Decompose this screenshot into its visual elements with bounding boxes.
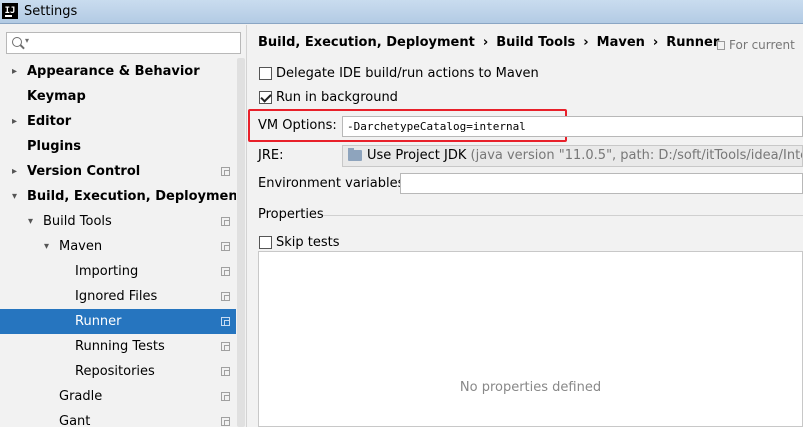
chevron-down-icon[interactable]: ▾: [28, 209, 33, 234]
project-level-icon: [221, 417, 230, 426]
delegate-build-label: Delegate IDE build/run actions to Maven: [276, 66, 539, 81]
sidebar-item[interactable]: Keymap: [0, 84, 236, 109]
run-in-background-checkbox[interactable]: [259, 91, 272, 104]
delegate-build-checkbox[interactable]: [259, 67, 272, 80]
search-icon: [12, 37, 22, 47]
jre-detail: (java version "11.0.5", path: D:/soft/it…: [470, 148, 802, 163]
tree-scrollbar[interactable]: [236, 58, 246, 427]
breadcrumb-separator-icon: ›: [583, 35, 589, 50]
vm-options-label: VM Options:: [258, 118, 337, 133]
sidebar-item[interactable]: ▾ Build Tools: [0, 209, 236, 234]
sidebar-item[interactable]: Runner: [0, 309, 236, 334]
sidebar-item-label: Build Tools: [43, 214, 112, 229]
sidebar-item[interactable]: Repositories: [0, 359, 236, 384]
sidebar-item[interactable]: Plugins: [0, 134, 236, 159]
sidebar-item-label: Editor: [27, 114, 72, 129]
sidebar-item-label: Repositories: [75, 364, 155, 379]
breadcrumb-item[interactable]: Maven: [597, 35, 645, 50]
project-page-icon: [717, 41, 725, 50]
project-level-icon: [221, 267, 230, 276]
sidebar-item[interactable]: Ignored Files: [0, 284, 236, 309]
sidebar-item-label: Importing: [75, 264, 139, 279]
sidebar-item[interactable]: ▾ Build, Execution, Deployment: [0, 184, 244, 209]
chevron-down-icon[interactable]: ▾: [12, 184, 17, 209]
breadcrumb-item[interactable]: Runner: [666, 35, 719, 50]
breadcrumb: Build, Execution, Deployment › Build Tools…: [258, 35, 719, 50]
chevron-right-icon[interactable]: ▸: [12, 109, 17, 134]
settings-navigation-panel: ▾ ▸ Appearance & Behavior Keymap ▸ Editor Plu…: [0, 25, 247, 427]
search-input[interactable]: [35, 35, 235, 51]
sidebar-item-label: Runner: [75, 314, 122, 329]
sidebar-item-label: Build, Execution, Deployment: [27, 189, 244, 204]
sidebar-item-label: Gant: [59, 414, 91, 427]
title-bar: IJ Settings: [0, 0, 803, 24]
skip-tests-checkbox[interactable]: [259, 236, 272, 249]
sidebar-item-label: Running Tests: [75, 339, 165, 354]
breadcrumb-separator-icon: ›: [652, 35, 659, 50]
intellij-app-icon: IJ: [2, 3, 18, 19]
sidebar-item[interactable]: ▸ Editor: [0, 109, 236, 134]
project-level-icon: [221, 242, 230, 251]
properties-table[interactable]: No properties defined: [258, 251, 803, 427]
for-current-project-hint: For current: [717, 38, 795, 52]
breadcrumb-separator-icon: ›: [482, 35, 489, 50]
sidebar-item[interactable]: ▸ Appearance & Behavior: [0, 59, 236, 84]
sidebar-item[interactable]: ▾ Maven: [0, 234, 236, 259]
vm-options-input[interactable]: -DarchetypeCatalog=internal: [342, 116, 803, 137]
chevron-right-icon[interactable]: ▸: [12, 59, 17, 84]
jre-selected-value: Use Project JDK: [367, 148, 467, 163]
chevron-down-icon[interactable]: ▾: [44, 234, 49, 259]
no-properties-message: No properties defined: [459, 380, 602, 395]
sidebar-item-label: Version Control: [27, 164, 141, 179]
tree-scrollbar-thumb[interactable]: [237, 58, 245, 427]
sidebar-item[interactable]: ▸ Version Control: [0, 159, 236, 184]
sidebar-item[interactable]: Gradle: [0, 384, 236, 409]
project-level-icon: [221, 292, 230, 301]
properties-section-title: Properties: [258, 207, 324, 222]
for-current-label: For current: [729, 38, 795, 52]
sidebar-item-label: Maven: [59, 239, 103, 254]
jre-label: JRE:: [258, 148, 284, 163]
sidebar-item-label: Gradle: [59, 389, 103, 404]
sidebar-item-label: Ignored Files: [75, 289, 158, 304]
sidebar-item-label: Plugins: [27, 139, 81, 154]
search-dropdown-icon[interactable]: ▾: [25, 36, 29, 45]
sidebar-item[interactable]: Gant: [0, 409, 236, 427]
project-level-icon: [221, 367, 230, 376]
project-level-icon: [221, 342, 230, 351]
breadcrumb-item[interactable]: Build, Execution, Deployment: [258, 35, 475, 50]
project-level-icon: [221, 392, 230, 401]
chevron-right-icon[interactable]: ▸: [12, 159, 17, 184]
run-in-background-label: Run in background: [276, 90, 398, 105]
sidebar-item-label: Keymap: [27, 89, 86, 104]
sidebar-item[interactable]: Running Tests: [0, 334, 236, 359]
project-level-icon: [221, 217, 230, 226]
window-title: Settings: [24, 4, 78, 19]
jre-dropdown[interactable]: Use Project JDK (java version "11.0.5", …: [342, 145, 803, 167]
properties-section-divider: [323, 215, 803, 216]
project-level-icon: [221, 317, 230, 326]
runner-settings-panel: Build, Execution, Deployment › Build Tools…: [248, 25, 803, 427]
project-level-icon: [221, 167, 230, 176]
sidebar-item[interactable]: Importing: [0, 259, 236, 284]
environment-variables-input[interactable]: [400, 173, 803, 194]
settings-search-box[interactable]: ▾: [6, 32, 241, 54]
breadcrumb-item[interactable]: Build Tools: [496, 35, 575, 50]
skip-tests-label: Skip tests: [276, 235, 340, 250]
environment-variables-label: Environment variables:: [258, 176, 409, 191]
jdk-folder-icon: [348, 148, 362, 161]
sidebar-item-label: Appearance & Behavior: [27, 64, 200, 79]
